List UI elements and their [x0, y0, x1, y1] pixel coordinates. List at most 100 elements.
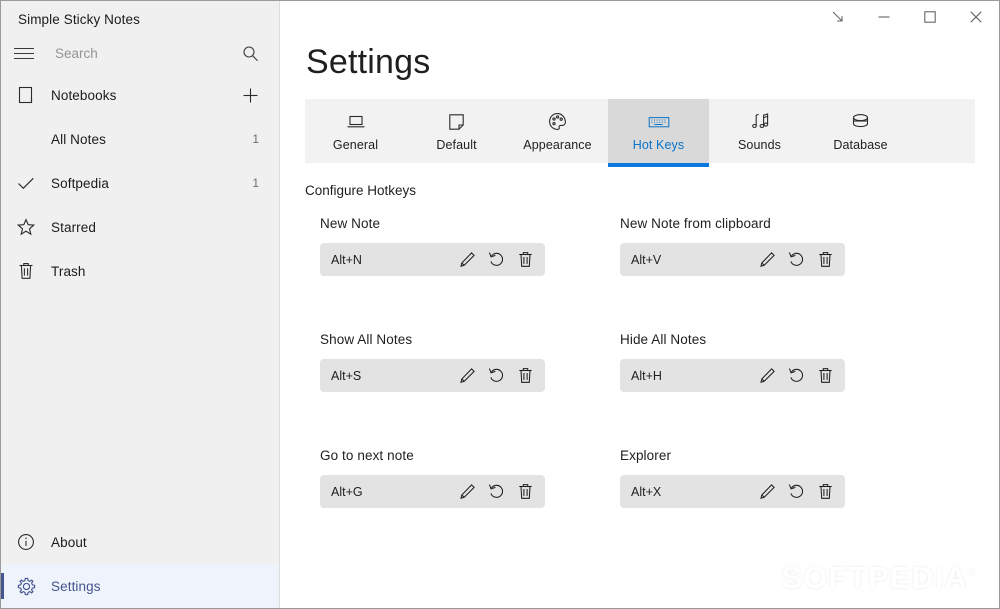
hotkey-row: Show All Notes Alt+S Hide All Notes Alt+…: [320, 332, 880, 392]
tab-hot-keys[interactable]: Hot Keys: [608, 99, 709, 167]
reset-hotkey-button[interactable]: [786, 250, 806, 270]
tab-sounds[interactable]: Sounds: [709, 99, 810, 163]
hotkey-field[interactable]: Alt+G: [320, 475, 545, 508]
sidebar-item-all-notes[interactable]: All Notes 1: [1, 117, 279, 161]
hotkey-cell-show-all-notes: Show All Notes Alt+S: [320, 332, 545, 392]
tab-label: Appearance: [523, 137, 592, 152]
trash-icon: [14, 259, 38, 283]
note-count: 1: [252, 132, 259, 146]
check-icon: [14, 171, 38, 195]
plus-icon[interactable]: [237, 82, 263, 108]
tab-label: Hot Keys: [632, 137, 685, 152]
sidebar-item-label: Notebooks: [51, 87, 117, 103]
blank-icon: [14, 127, 38, 151]
laptop-icon: [346, 111, 366, 133]
note-count: 1: [252, 176, 259, 190]
tab-label: Database: [833, 137, 888, 152]
info-icon: [14, 530, 38, 554]
delete-hotkey-button[interactable]: [515, 366, 535, 386]
settings-tabstrip: General Default Appearance Hot Keys Soun…: [305, 99, 975, 167]
tab-label: General: [332, 137, 379, 152]
hotkey-label: Show All Notes: [320, 332, 413, 347]
sidebar-item-label: All Notes: [51, 131, 106, 147]
search-row: [1, 33, 279, 73]
note-icon: [448, 111, 465, 133]
hotkey-field[interactable]: Alt+N: [320, 243, 545, 276]
hotkey-cell-new-note-from-clipboard: New Note from clipboard Alt+V: [620, 216, 845, 276]
sidebar-item-label: Trash: [51, 263, 86, 279]
search-icon[interactable]: [237, 40, 263, 66]
star-icon: [14, 215, 38, 239]
hotkey-row: New Note Alt+N New Note from clipboard A…: [320, 216, 880, 276]
hotkey-label: New Note: [320, 216, 381, 231]
hotkey-row: Go to next note Alt+G Explorer Alt+X: [320, 448, 880, 508]
hotkey-label: New Note from clipboard: [620, 216, 771, 231]
hotkey-cell-go-to-next-note: Go to next note Alt+G: [320, 448, 545, 508]
hotkey-label: Hide All Notes: [620, 332, 707, 347]
sidebar-item-about[interactable]: About: [1, 520, 279, 564]
sidebar: Simple Sticky Notes Notebooks: [1, 1, 280, 608]
hotkey-field[interactable]: Alt+V: [620, 243, 845, 276]
reset-hotkey-button[interactable]: [486, 250, 506, 270]
hotkey-actions: [757, 482, 835, 502]
sidebar-item-settings[interactable]: Settings: [1, 564, 279, 608]
reset-hotkey-button[interactable]: [486, 366, 506, 386]
sidebar-item-notebooks[interactable]: Notebooks: [1, 73, 279, 117]
reset-hotkey-button[interactable]: [786, 366, 806, 386]
edit-hotkey-button[interactable]: [457, 482, 477, 502]
reset-hotkey-button[interactable]: [486, 482, 506, 502]
edit-hotkey-button[interactable]: [457, 250, 477, 270]
tab-general[interactable]: General: [305, 99, 406, 163]
close-button[interactable]: [953, 1, 999, 33]
softpedia-watermark: SOFTPEDIA®: [781, 560, 977, 595]
hamburger-menu-icon[interactable]: [14, 44, 38, 62]
hotkey-label: Explorer: [620, 448, 672, 463]
delete-hotkey-button[interactable]: [515, 482, 535, 502]
main-panel: Settings General Default Appearance Hot …: [280, 1, 999, 608]
hotkey-cell-hide-all-notes: Hide All Notes Alt+H: [620, 332, 845, 392]
tab-default[interactable]: Default: [406, 99, 507, 163]
hotkey-actions: [457, 366, 535, 386]
app-title: Simple Sticky Notes: [18, 12, 140, 27]
sidebar-item-label: Starred: [51, 219, 96, 235]
tab-database[interactable]: Database: [810, 99, 911, 163]
sidebar-item-starred[interactable]: Starred: [1, 205, 279, 249]
music-notes-icon: [750, 111, 770, 133]
tab-label: Sounds: [738, 137, 781, 152]
hotkey-field[interactable]: Alt+S: [320, 359, 545, 392]
hotkey-actions: [757, 250, 835, 270]
edit-hotkey-button[interactable]: [757, 366, 777, 386]
search-input[interactable]: [51, 45, 237, 61]
collapse-button[interactable]: [815, 1, 861, 33]
hotkey-cell-explorer: Explorer Alt+X: [620, 448, 845, 508]
window-controls: [815, 1, 999, 33]
hotkey-value: Alt+S: [331, 368, 362, 383]
hotkey-value: Alt+X: [631, 484, 662, 499]
tab-label: Default: [436, 137, 477, 152]
edit-hotkey-button[interactable]: [757, 482, 777, 502]
sidebar-item-trash[interactable]: Trash: [1, 249, 279, 293]
minimize-button[interactable]: [861, 1, 907, 33]
edit-hotkey-button[interactable]: [457, 366, 477, 386]
reset-hotkey-button[interactable]: [786, 482, 806, 502]
hotkey-value: Alt+N: [331, 252, 362, 267]
hotkey-value: Alt+G: [331, 484, 363, 499]
watermark-text: SOFTPEDIA: [781, 560, 968, 595]
hotkey-field[interactable]: Alt+H: [620, 359, 845, 392]
hotkey-actions: [457, 250, 535, 270]
maximize-button[interactable]: [907, 1, 953, 33]
app-window: Simple Sticky Notes Notebooks: [0, 0, 1000, 609]
hotkey-value: Alt+H: [631, 368, 662, 383]
hotkey-cell-new-note: New Note Alt+N: [320, 216, 545, 276]
sidebar-item-softpedia[interactable]: Softpedia 1: [1, 161, 279, 205]
hotkey-field[interactable]: Alt+X: [620, 475, 845, 508]
delete-hotkey-button[interactable]: [815, 366, 835, 386]
delete-hotkey-button[interactable]: [815, 250, 835, 270]
tab-appearance[interactable]: Appearance: [507, 99, 608, 163]
delete-hotkey-button[interactable]: [815, 482, 835, 502]
hotkey-actions: [457, 482, 535, 502]
delete-hotkey-button[interactable]: [515, 250, 535, 270]
hotkey-label: Go to next note: [320, 448, 414, 463]
sidebar-bottom-nav: About Settings: [1, 520, 279, 608]
edit-hotkey-button[interactable]: [757, 250, 777, 270]
